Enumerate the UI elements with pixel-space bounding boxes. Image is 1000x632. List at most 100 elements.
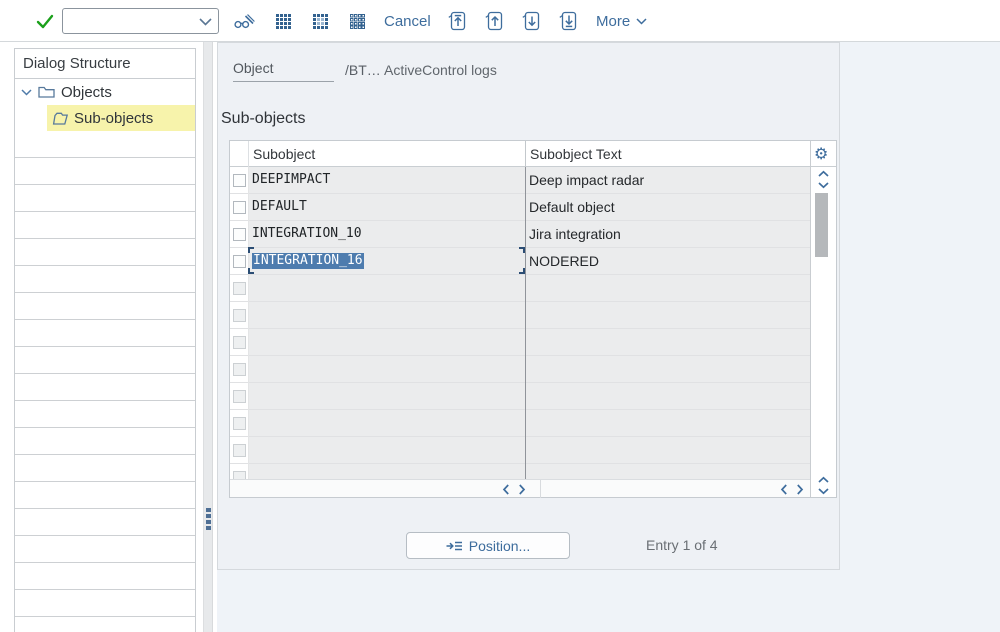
tree-empty-row[interactable] — [15, 590, 195, 617]
row-checkbox[interactable] — [232, 173, 246, 187]
subobject-cell[interactable]: DEFAULT — [248, 194, 525, 220]
chevron-down-icon[interactable] — [199, 18, 212, 26]
select-block-button[interactable] — [305, 6, 335, 36]
row-checkbox[interactable] — [232, 281, 246, 295]
tree-empty-row[interactable] — [15, 563, 195, 590]
scroll-up-icon[interactable] — [818, 170, 829, 178]
tree-empty-row[interactable] — [15, 212, 195, 239]
subobject-value[interactable]: INTEGRATION_16 — [252, 253, 364, 269]
subobject-value[interactable]: INTEGRATION_10 — [252, 226, 362, 242]
column-header-subobject-text[interactable]: Subobject Text — [530, 141, 622, 167]
vertical-scrollbar-thumb[interactable] — [815, 193, 828, 257]
splitter-grip[interactable] — [204, 506, 212, 532]
row-checkbox[interactable] — [232, 335, 246, 349]
tree-empty-row[interactable] — [15, 482, 195, 509]
scroll-down-icon[interactable] — [818, 487, 829, 495]
tree-item-sub-objects[interactable]: Sub-objects — [15, 105, 195, 131]
subobject-text-cell[interactable] — [525, 275, 810, 301]
subobject-cell[interactable] — [248, 464, 525, 479]
subobject-cell[interactable] — [248, 383, 525, 409]
tree-empty-row[interactable] — [15, 536, 195, 563]
scroll-up-icon[interactable] — [818, 476, 829, 484]
confirm-check-button[interactable] — [30, 6, 60, 36]
row-checkbox[interactable] — [232, 308, 246, 322]
tree-empty-row[interactable] — [15, 374, 195, 401]
row-checkbox[interactable] — [232, 416, 246, 430]
subobject-text-cell[interactable]: Deep impact radar — [525, 167, 810, 193]
horizontal-scrollbar[interactable] — [230, 479, 810, 498]
tree-empty-row[interactable] — [15, 509, 195, 536]
previous-page-button[interactable] — [480, 6, 510, 36]
vertical-scrollbar[interactable] — [810, 167, 836, 497]
subobject-text-cell[interactable] — [525, 383, 810, 409]
column-divider[interactable] — [525, 167, 526, 479]
subobject-text-cell[interactable]: NODERED — [525, 248, 810, 274]
tree-empty-row[interactable] — [15, 293, 195, 320]
scroll-left-icon[interactable] — [780, 484, 788, 495]
tree-empty-row[interactable] — [15, 428, 195, 455]
command-combobox[interactable] — [62, 8, 219, 34]
scroll-right-icon[interactable] — [518, 484, 526, 495]
row-gutter — [230, 383, 248, 409]
subobject-cell[interactable] — [248, 356, 525, 382]
subobject-text-cell[interactable] — [525, 356, 810, 382]
subobject-text-cell[interactable] — [525, 329, 810, 355]
row-checkbox[interactable] — [232, 227, 246, 241]
display-change-button[interactable] — [229, 6, 259, 36]
subobject-text-value[interactable]: NODERED — [529, 253, 599, 269]
tree-empty-row[interactable] — [15, 617, 195, 632]
subobject-text-cell[interactable] — [525, 410, 810, 436]
subobject-cell[interactable]: INTEGRATION_16 — [248, 247, 525, 274]
tree-empty-row[interactable] — [15, 320, 195, 347]
subobject-cell[interactable] — [248, 329, 525, 355]
row-checkbox[interactable] — [232, 389, 246, 403]
subobject-value[interactable]: DEEPIMPACT — [252, 172, 330, 188]
table-settings-gear-icon[interactable]: ⚙ — [814, 144, 828, 164]
more-menu-button[interactable]: More — [596, 0, 647, 42]
column-header-subobject[interactable]: Subobject — [253, 141, 315, 167]
scroll-left-icon[interactable] — [502, 484, 510, 495]
subobject-text-value[interactable]: Jira integration — [529, 226, 621, 242]
subobject-text-value[interactable]: Default object — [529, 199, 615, 215]
last-page-button[interactable] — [554, 6, 584, 36]
row-checkbox[interactable] — [232, 200, 246, 214]
subobject-text-cell[interactable] — [525, 437, 810, 463]
command-input[interactable] — [67, 10, 197, 32]
row-checkbox[interactable] — [232, 362, 246, 376]
subobject-cell[interactable] — [248, 275, 525, 301]
tree-empty-row[interactable] — [15, 131, 195, 158]
object-field-value[interactable]: /BT… — [345, 62, 381, 78]
expander-chevron-down-icon[interactable] — [21, 88, 32, 96]
row-checkbox[interactable] — [232, 470, 246, 479]
splitter-sash[interactable] — [203, 42, 213, 632]
subobject-cell[interactable]: DEEPIMPACT — [248, 167, 525, 193]
subobject-cell[interactable] — [248, 437, 525, 463]
scroll-right-icon[interactable] — [796, 484, 804, 495]
subobject-value[interactable]: DEFAULT — [252, 199, 307, 215]
row-checkbox[interactable] — [232, 254, 246, 268]
subobject-text-cell[interactable] — [525, 464, 810, 479]
subobject-cell[interactable] — [248, 410, 525, 436]
deselect-all-button[interactable] — [342, 6, 372, 36]
tree-empty-row[interactable] — [15, 455, 195, 482]
tree-empty-row[interactable] — [15, 185, 195, 212]
row-checkbox[interactable] — [232, 443, 246, 457]
subobject-text-cell[interactable]: Jira integration — [525, 221, 810, 247]
next-page-button[interactable] — [517, 6, 547, 36]
tree-empty-row[interactable] — [15, 401, 195, 428]
tree-empty-row[interactable] — [15, 347, 195, 374]
tree-empty-row[interactable] — [15, 239, 195, 266]
cancel-button[interactable]: Cancel — [384, 0, 431, 42]
first-page-button[interactable] — [443, 6, 473, 36]
select-all-button[interactable] — [268, 6, 298, 36]
subobject-text-cell[interactable]: Default object — [525, 194, 810, 220]
tree-item-objects[interactable]: Objects — [15, 79, 195, 105]
position-button[interactable]: Position... — [406, 532, 570, 559]
subobject-text-value[interactable]: Deep impact radar — [529, 172, 644, 188]
subobject-cell[interactable] — [248, 302, 525, 328]
scroll-down-icon[interactable] — [818, 181, 829, 189]
tree-empty-row[interactable] — [15, 158, 195, 185]
subobject-cell[interactable]: INTEGRATION_10 — [248, 221, 525, 247]
subobject-text-cell[interactable] — [525, 302, 810, 328]
tree-empty-row[interactable] — [15, 266, 195, 293]
